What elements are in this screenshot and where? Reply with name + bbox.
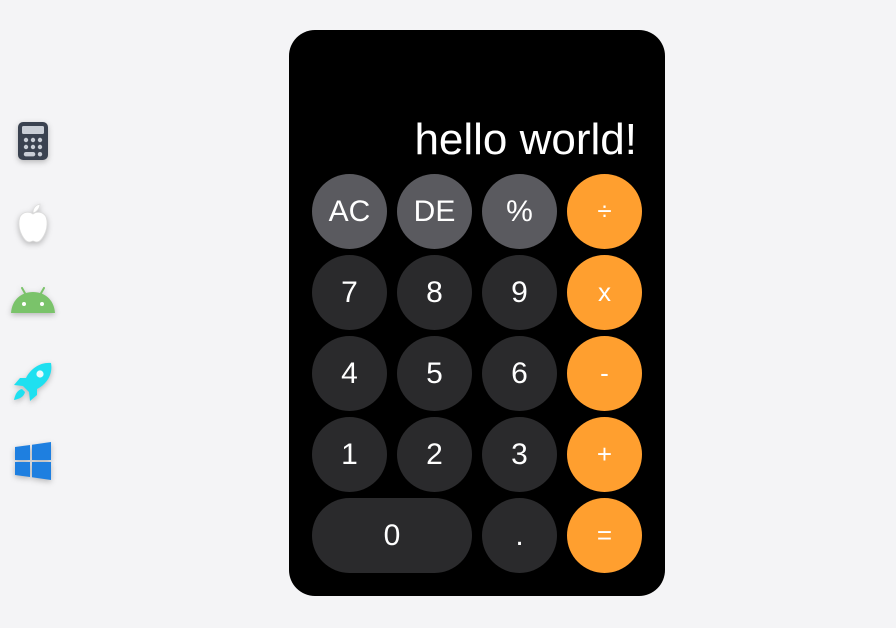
rocket-icon [11, 360, 55, 402]
equals-button[interactable]: = [567, 498, 642, 573]
digit-1-button[interactable]: 1 [312, 417, 387, 492]
calculator-theme-button[interactable] [8, 116, 58, 166]
add-button[interactable]: + [567, 417, 642, 492]
digit-9-button[interactable]: 9 [482, 255, 557, 330]
android-theme-button[interactable] [8, 275, 58, 325]
digit-4-button[interactable]: 4 [312, 336, 387, 411]
apple-theme-button[interactable] [8, 198, 58, 248]
android-icon [9, 285, 57, 315]
all-clear-button[interactable]: AC [312, 174, 387, 249]
apple-icon [15, 202, 51, 244]
rocket-theme-button[interactable] [8, 356, 58, 406]
page: hello world! AC DE % ÷ 7 8 9 x 4 5 6 - 1… [0, 0, 896, 628]
digit-5-button[interactable]: 5 [397, 336, 472, 411]
calculator-icon [17, 121, 49, 161]
calculator: hello world! AC DE % ÷ 7 8 9 x 4 5 6 - 1… [289, 30, 665, 596]
digit-7-button[interactable]: 7 [312, 255, 387, 330]
windows-theme-button[interactable] [8, 436, 58, 486]
percent-button[interactable]: % [482, 174, 557, 249]
digit-3-button[interactable]: 3 [482, 417, 557, 492]
multiply-button[interactable]: x [567, 255, 642, 330]
subtract-button[interactable]: - [567, 336, 642, 411]
windows-icon [14, 442, 52, 480]
digit-2-button[interactable]: 2 [397, 417, 472, 492]
delete-button[interactable]: DE [397, 174, 472, 249]
calculator-display: hello world! [414, 115, 637, 164]
digit-6-button[interactable]: 6 [482, 336, 557, 411]
decimal-button[interactable]: . [482, 498, 557, 573]
divide-button[interactable]: ÷ [567, 174, 642, 249]
digit-0-button[interactable]: 0 [312, 498, 472, 573]
theme-dock [0, 0, 70, 628]
digit-8-button[interactable]: 8 [397, 255, 472, 330]
